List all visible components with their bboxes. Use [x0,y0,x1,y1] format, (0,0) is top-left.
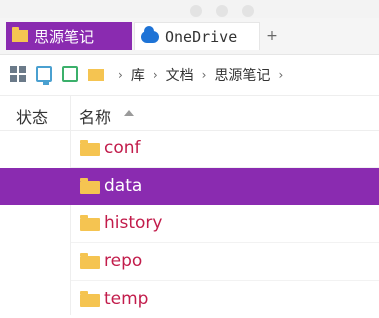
file-name: temp [104,289,149,309]
folder-icon[interactable] [88,69,104,81]
column-status[interactable]: 状态 [16,104,48,128]
window-controls [190,2,290,17]
breadcrumb: › 库 › 文档 › 思源笔记 › [118,55,283,95]
tab-label: OneDrive [165,27,238,46]
chevron-right-icon: › [152,68,158,82]
column-header: 状态 名称 [0,96,379,131]
breadcrumb-item[interactable]: 文档 [166,65,194,85]
chevron-right-icon: › [278,68,284,82]
top-strip [0,0,379,18]
tab-label: 思源笔记 [34,27,95,46]
new-tab-button[interactable]: + [264,28,280,44]
folder-icon [80,253,100,269]
breadcrumb-item[interactable]: 思源笔记 [214,65,270,85]
tab-bar: 思源笔记 OneDrive + [0,18,379,55]
folder-icon [80,178,100,194]
cloud-icon [141,25,159,43]
folder-icon [12,27,28,42]
breadcrumb-item[interactable]: 库 [131,65,145,85]
file-name: history [104,213,163,233]
chevron-right-icon: › [201,68,207,82]
file-row-selected[interactable]: data [0,168,379,205]
file-row[interactable]: conf [0,130,379,167]
folder-icon [80,215,100,231]
file-row[interactable]: repo [0,243,379,280]
monitor-icon[interactable] [36,66,52,85]
tab-siyuan[interactable]: 思源笔记 [6,22,132,50]
sort-ascending-icon [124,110,134,116]
tab-onedrive[interactable]: OneDrive [134,22,260,50]
file-row[interactable]: history [0,205,379,242]
file-row[interactable]: temp [0,281,379,318]
folder-icon [80,140,100,156]
column-name[interactable]: 名称 [79,104,111,128]
address-toolbar: › 库 › 文档 › 思源笔记 › [0,55,379,96]
file-name: conf [104,138,141,158]
file-name: data [104,176,143,196]
grid-icon[interactable] [10,66,26,82]
network-icon[interactable] [62,66,78,82]
chevron-right-icon: › [118,68,123,82]
folder-icon [80,291,100,307]
file-name: repo [104,251,143,271]
